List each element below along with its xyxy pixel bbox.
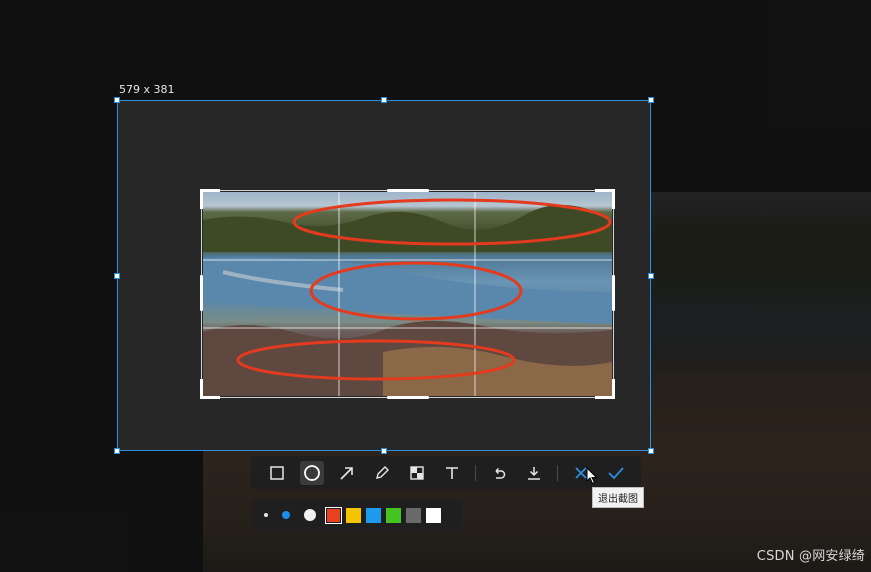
crop-edge-top[interactable] — [387, 189, 429, 192]
crop-frame[interactable] — [201, 190, 614, 398]
ellipse-icon — [304, 464, 320, 481]
text-tool[interactable] — [440, 461, 464, 485]
resize-handle-nw[interactable] — [114, 97, 120, 103]
resize-handle-se[interactable] — [648, 448, 654, 454]
crop-corner-bl-h[interactable] — [200, 396, 220, 399]
mosaic-tool[interactable] — [405, 461, 429, 485]
resize-handle-ne[interactable] — [648, 97, 654, 103]
save-button[interactable] — [522, 461, 546, 485]
crop-edge-left[interactable] — [200, 275, 203, 311]
annotation-toolbar — [251, 456, 641, 489]
text-icon — [446, 466, 458, 479]
rectangle-tool[interactable] — [265, 461, 289, 485]
color-swatch-white[interactable] — [426, 507, 441, 523]
check-icon — [608, 466, 624, 479]
confirm-button[interactable] — [604, 461, 628, 485]
exit-tooltip: 退出截图 — [592, 487, 644, 508]
resize-handle-n[interactable] — [381, 97, 387, 103]
style-palette — [252, 500, 462, 530]
crop-edge-right[interactable] — [612, 275, 615, 311]
toolbar-divider — [557, 464, 558, 481]
download-icon — [528, 466, 540, 480]
ellipse-tool[interactable] — [300, 460, 324, 485]
mouse-cursor-icon — [586, 467, 598, 485]
resize-handle-w[interactable] — [114, 273, 120, 279]
crop-corner-tl-v[interactable] — [200, 189, 203, 209]
color-swatch-green[interactable] — [386, 507, 401, 523]
crop-corner-br-v[interactable] — [612, 379, 615, 399]
crop-corner-tl-h[interactable] — [200, 189, 220, 192]
arrow-tool[interactable] — [335, 461, 359, 485]
size-medium-option[interactable] — [282, 511, 290, 519]
crop-corner-tr-v[interactable] — [612, 189, 615, 209]
pencil-icon — [376, 465, 389, 479]
crop-corner-bl-v[interactable] — [200, 379, 203, 399]
resize-handle-sw[interactable] — [114, 448, 120, 454]
selection-size-label: 579 x 381 — [119, 83, 175, 96]
rectangle-icon — [270, 465, 284, 480]
watermark: CSDN @网安绿绮 — [756, 549, 865, 564]
color-swatch-red[interactable] — [325, 506, 342, 524]
pen-tool[interactable] — [370, 461, 394, 485]
undo-icon — [495, 467, 506, 479]
size-large-option[interactable] — [304, 509, 316, 521]
mosaic-icon — [410, 465, 424, 480]
crop-edge-bottom[interactable] — [387, 396, 429, 399]
color-swatch-blue[interactable] — [366, 507, 381, 523]
resize-handle-s[interactable] — [381, 448, 387, 454]
undo-button[interactable] — [487, 461, 511, 485]
toolbar-divider — [475, 464, 476, 481]
color-swatch-yellow[interactable] — [346, 507, 361, 523]
color-swatch-gray[interactable] — [406, 507, 421, 523]
arrow-icon — [340, 466, 353, 480]
size-small-option[interactable] — [264, 513, 268, 517]
resize-handle-e[interactable] — [648, 273, 654, 279]
